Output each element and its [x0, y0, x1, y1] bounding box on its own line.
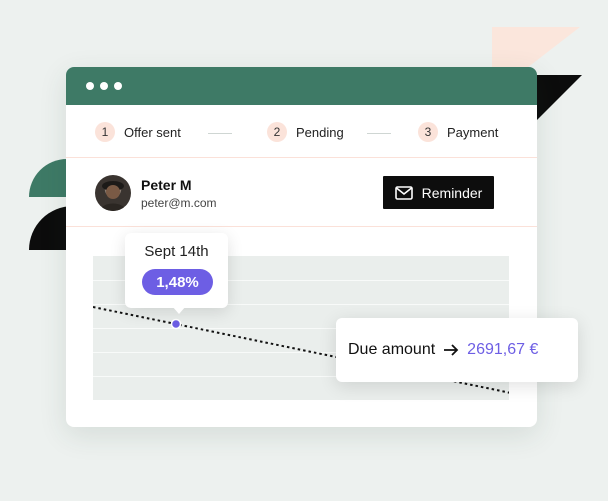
tooltip-value-badge: 1,48% [142, 269, 213, 295]
window-dot-icon[interactable] [114, 82, 122, 90]
arrow-right-icon [443, 343, 459, 357]
tooltip-pointer [172, 306, 186, 314]
step-separator [367, 133, 391, 134]
step-number: 1 [95, 122, 115, 142]
reminder-button[interactable]: Reminder [383, 176, 494, 209]
avatar [95, 175, 131, 211]
reminder-label: Reminder [421, 184, 483, 201]
window-dot-icon[interactable] [86, 82, 94, 90]
decor-black-triangle [537, 75, 582, 120]
step-number: 3 [418, 122, 438, 142]
step-number: 2 [267, 122, 287, 142]
step-offer-sent[interactable]: 1 Offer sent [95, 122, 181, 142]
step-label: Payment [447, 124, 499, 140]
due-amount-card: Due amount 2691,67 € [336, 318, 578, 382]
step-label: Offer sent [124, 124, 181, 140]
tooltip-card: Sept 14th 1,48% [125, 233, 228, 308]
due-value: 2691,67 € [467, 341, 539, 358]
step-payment[interactable]: 3 Payment [418, 122, 498, 142]
user-row: Peter M peter@m.com Reminder [66, 158, 537, 227]
trend-point [170, 318, 182, 330]
window-dot-icon[interactable] [100, 82, 108, 90]
user-name: Peter M [141, 177, 192, 193]
step-pending[interactable]: 2 Pending [267, 122, 344, 142]
mail-icon [394, 185, 413, 200]
step-separator [208, 133, 232, 134]
progress-steps: 1 Offer sent 2 Pending 3 Payment [66, 105, 537, 158]
window-titlebar [66, 67, 537, 105]
user-email: peter@m.com [141, 196, 217, 210]
due-label: Due amount [348, 341, 436, 358]
step-label: Pending [296, 124, 344, 140]
tooltip-date: Sept 14th [144, 243, 209, 260]
